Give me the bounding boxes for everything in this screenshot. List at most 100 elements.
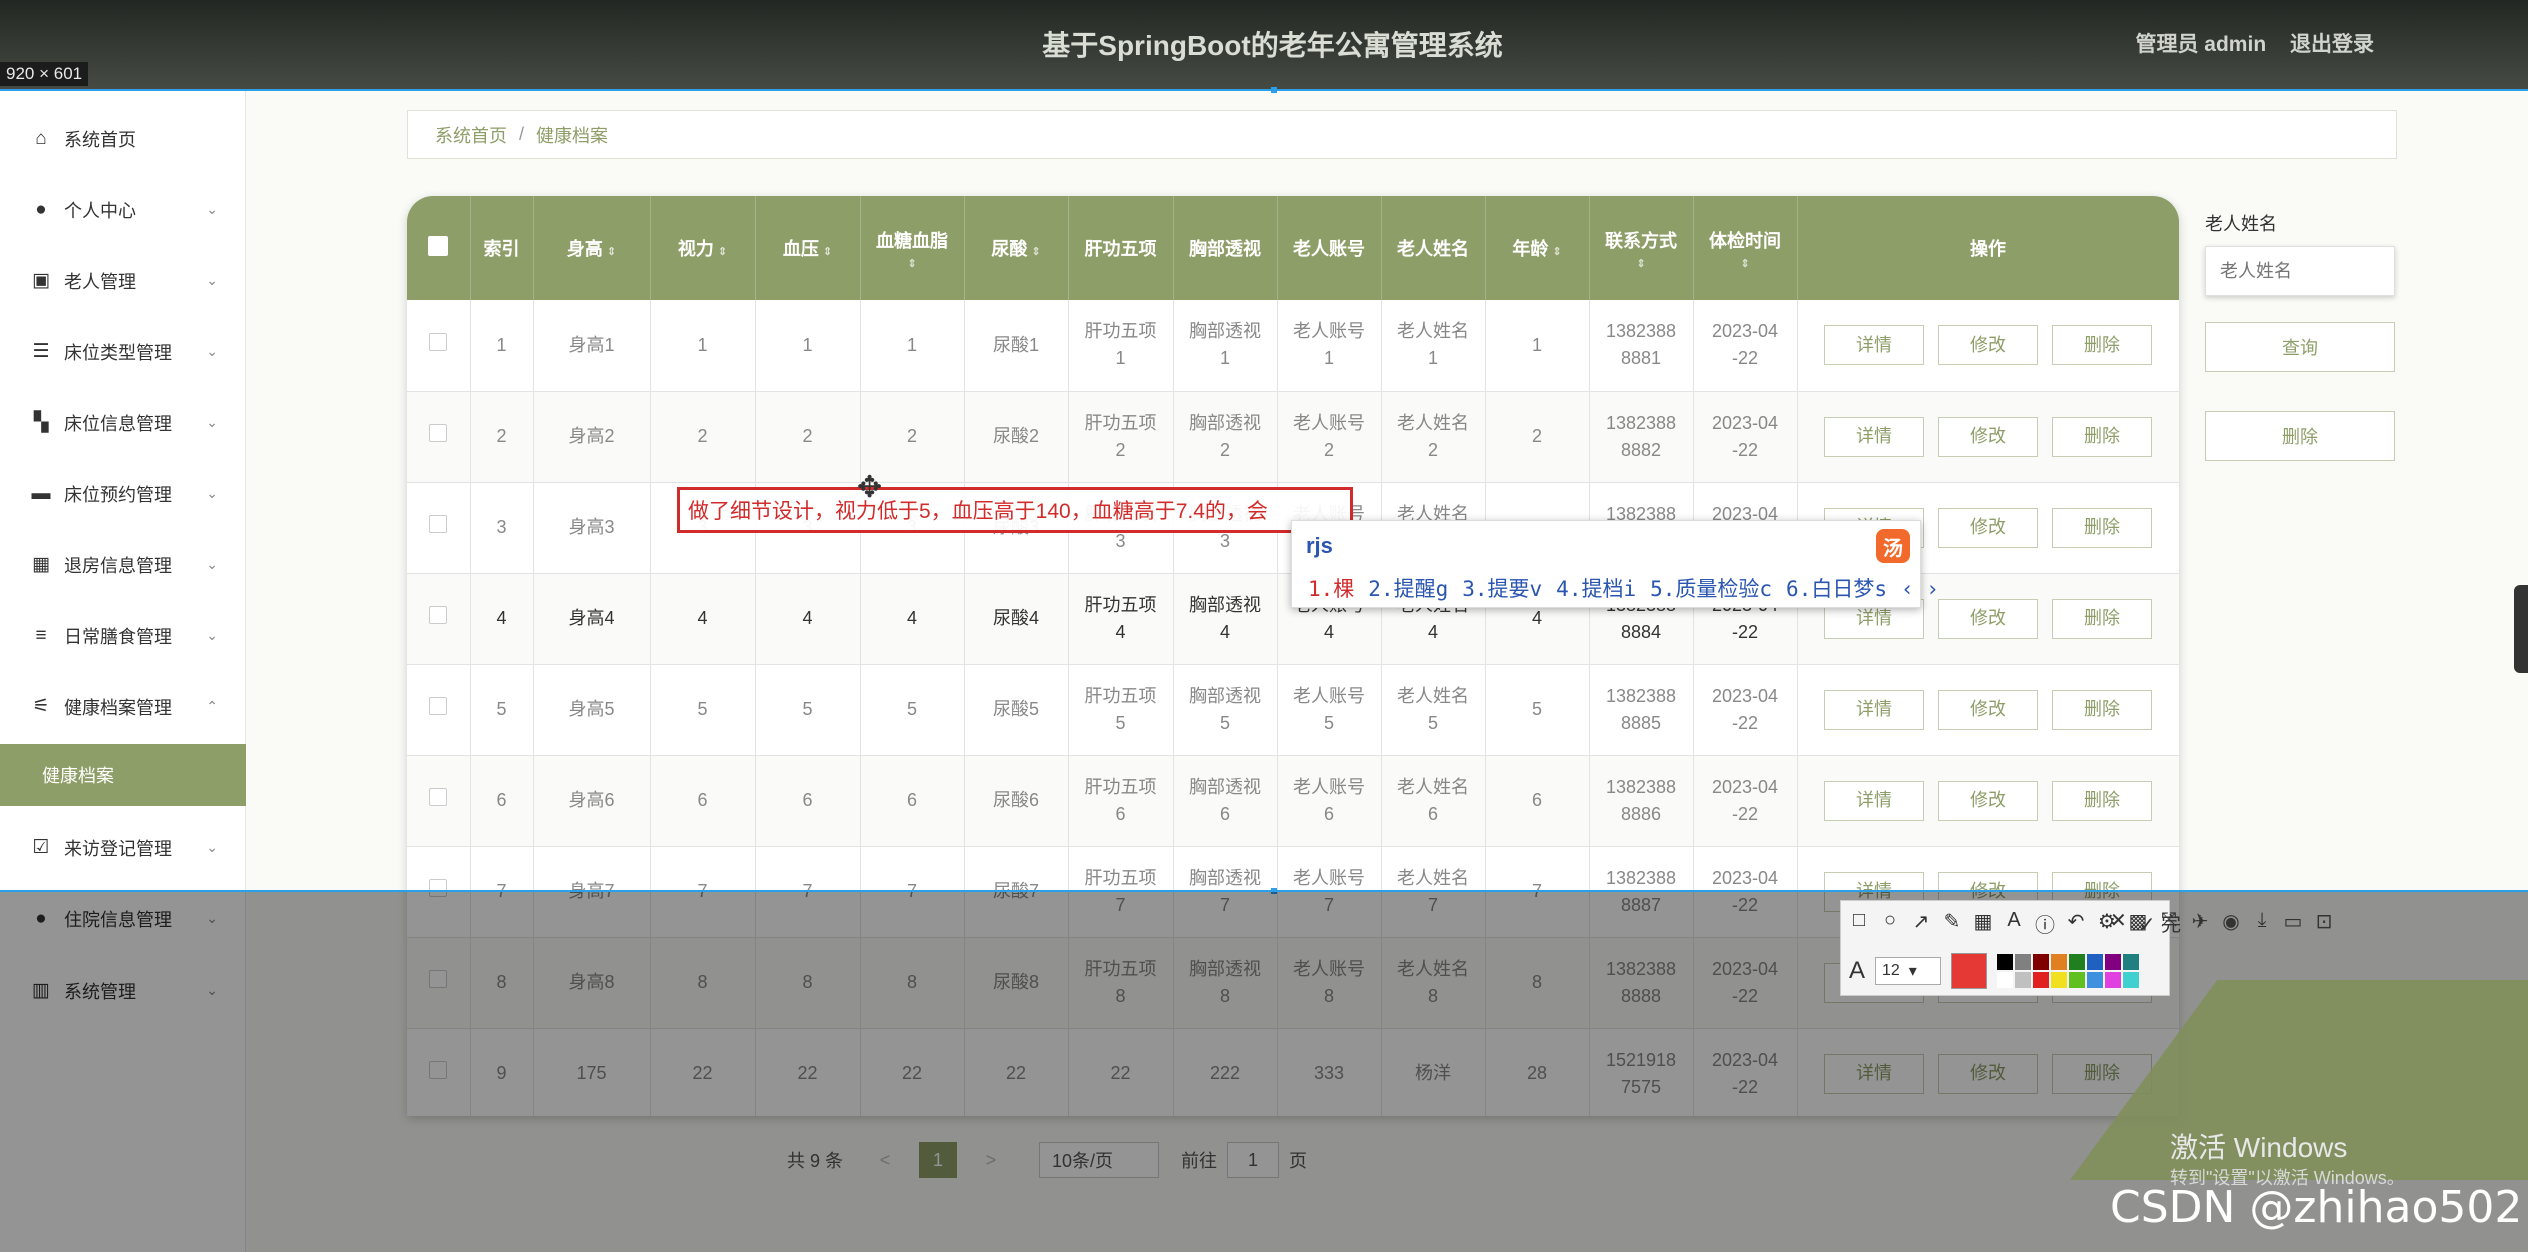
color-swatch[interactable]: [2069, 972, 2086, 988]
column-header[interactable]: 肝功五项: [1068, 196, 1174, 300]
sidebar-item[interactable]: ☑ 来访登记管理 ⌄: [0, 812, 246, 883]
sidebar-item[interactable]: ▚ 床位信息管理 ⌄: [0, 387, 246, 458]
capture-tool-icon[interactable]: ⊡: [2314, 909, 2334, 938]
capture-tool-icon[interactable]: ▭: [2283, 909, 2303, 938]
detail-button[interactable]: 详情: [1824, 689, 1924, 730]
font-size-select[interactable]: 12 ▾: [1875, 957, 1942, 985]
row-checkbox[interactable]: [407, 573, 471, 665]
sort-icon[interactable]: ⇕: [1590, 257, 1693, 270]
column-header[interactable]: 胸部透视: [1173, 196, 1278, 300]
color-swatch[interactable]: [2123, 972, 2140, 988]
color-swatch[interactable]: [2087, 954, 2104, 970]
detail-button[interactable]: 详情: [1824, 416, 1924, 457]
ime-page-nav[interactable]: ‹ ›: [1901, 577, 1939, 601]
ime-candidate[interactable]: 2.提醒g: [1368, 577, 1448, 601]
column-header[interactable]: 血压 ⇕: [755, 196, 861, 300]
column-header[interactable]: 身高 ⇕: [533, 196, 651, 300]
capture-tool-icon[interactable]: A: [2004, 909, 2024, 938]
row-checkbox[interactable]: [407, 755, 471, 847]
color-swatch[interactable]: [1997, 954, 2014, 970]
color-swatch[interactable]: [2051, 972, 2068, 988]
column-header[interactable]: 尿酸 ⇕: [964, 196, 1069, 300]
sidebar-item[interactable]: ▣ 老人管理 ⌄: [0, 245, 246, 316]
breadcrumb-home[interactable]: 系统首页: [435, 122, 507, 148]
ime-candidate[interactable]: 3.提要v: [1462, 577, 1542, 601]
delete-button[interactable]: 删除: [2052, 325, 2152, 366]
delete-button[interactable]: 删除: [2052, 689, 2152, 730]
color-swatch[interactable]: [2069, 954, 2086, 970]
select-all-checkbox[interactable]: [407, 196, 471, 300]
capture-tool-icon[interactable]: ✎: [1942, 909, 1962, 938]
column-header[interactable]: 血糖血脂 ⇕: [860, 196, 965, 300]
column-header[interactable]: 老人账号: [1277, 196, 1382, 300]
delete-button[interactable]: 删除: [2052, 507, 2152, 548]
sidebar-item[interactable]: ▦ 退房信息管理 ⌄: [0, 529, 246, 600]
detail-button[interactable]: 详情: [1824, 780, 1924, 821]
capture-tool-icon[interactable]: ◉: [2221, 909, 2241, 938]
sort-icon[interactable]: ⇕: [607, 246, 616, 258]
delete-button[interactable]: 删除: [2052, 598, 2152, 639]
column-header[interactable]: 年龄 ⇕: [1485, 196, 1590, 300]
column-header[interactable]: 索引: [470, 196, 534, 300]
text-annotation-box[interactable]: 做了细节设计，视力低于5，血压高于140，血糖高于7.4的，会: [677, 487, 1353, 533]
sidebar-item[interactable]: ⚟ 健康档案管理 ⌃: [0, 671, 246, 742]
ime-candidate[interactable]: 1.棵: [1308, 577, 1354, 601]
batch-delete-button[interactable]: 删除: [2205, 411, 2395, 461]
column-header[interactable]: 视力 ⇕: [650, 196, 756, 300]
capture-tool-icon[interactable]: □: [1849, 909, 1869, 938]
ime-candidate[interactable]: 6.白日梦s: [1786, 577, 1887, 601]
side-scroll-handle[interactable]: [2514, 585, 2528, 673]
capture-tool-icon[interactable]: ↶: [2066, 909, 2086, 938]
sidebar-item[interactable]: ≡ 日常膳食管理 ⌄: [0, 600, 246, 671]
sort-icon[interactable]: ⇕: [823, 246, 832, 258]
current-color-swatch[interactable]: [1951, 953, 1988, 989]
detail-button[interactable]: 详情: [1824, 325, 1924, 366]
sidebar-item[interactable]: ☰ 床位类型管理 ⌄: [0, 316, 246, 387]
sidebar-subitem-health-record[interactable]: 健康档案: [0, 744, 246, 806]
logout-link[interactable]: 退出登录: [2290, 33, 2374, 56]
color-swatch[interactable]: [2105, 972, 2122, 988]
color-swatch[interactable]: [2123, 954, 2140, 970]
color-swatch[interactable]: [2087, 972, 2104, 988]
close-icon[interactable]: ✕: [2110, 908, 2127, 937]
capture-handle-top[interactable]: [1271, 87, 1277, 93]
done-button[interactable]: ✓ 完: [2139, 908, 2181, 937]
edit-button[interactable]: 修改: [1938, 416, 2038, 457]
color-swatch[interactable]: [1997, 972, 2014, 988]
capture-tool-icon[interactable]: ✈: [2190, 909, 2210, 938]
edit-button[interactable]: 修改: [1938, 325, 2038, 366]
row-checkbox[interactable]: [407, 391, 471, 483]
query-button[interactable]: 查询: [2205, 322, 2395, 372]
color-swatch[interactable]: [2033, 972, 2050, 988]
sort-icon[interactable]: ⇕: [1694, 257, 1797, 270]
sort-icon[interactable]: ⇕: [861, 257, 964, 270]
row-checkbox[interactable]: [407, 664, 471, 756]
capture-selection-top-edge[interactable]: [0, 89, 2528, 91]
edit-button[interactable]: 修改: [1938, 598, 2038, 639]
column-header[interactable]: 体检时间 ⇕: [1693, 196, 1798, 300]
row-checkbox[interactable]: [407, 300, 471, 392]
column-header[interactable]: 老人姓名: [1381, 196, 1486, 300]
color-swatch[interactable]: [2015, 954, 2032, 970]
sidebar-item[interactable]: ⌂ 系统首页: [0, 103, 246, 174]
ime-candidate[interactable]: 5.质量检验c: [1650, 577, 1772, 601]
sidebar-item[interactable]: ▬ 床位预约管理 ⌄: [0, 458, 246, 529]
ime-candidate[interactable]: 4.提档i: [1556, 577, 1636, 601]
color-swatch[interactable]: [2105, 954, 2122, 970]
delete-button[interactable]: 删除: [2052, 780, 2152, 821]
capture-tool-icon[interactable]: ▦: [1973, 909, 1993, 938]
column-header[interactable]: 操作: [1797, 196, 2179, 300]
elder-name-search-input[interactable]: [2205, 246, 2395, 296]
color-swatch[interactable]: [2015, 972, 2032, 988]
row-checkbox[interactable]: [407, 482, 471, 574]
edit-button[interactable]: 修改: [1938, 780, 2038, 821]
sort-icon[interactable]: ⇕: [718, 246, 727, 258]
capture-tool-icon[interactable]: ↗: [1911, 909, 1931, 938]
capture-tool-icon[interactable]: ⓘ: [2035, 909, 2055, 938]
sidebar-item[interactable]: ● 个人中心 ⌄: [0, 174, 246, 245]
edit-button[interactable]: 修改: [1938, 507, 2038, 548]
column-header[interactable]: 联系方式 ⇕: [1589, 196, 1694, 300]
delete-button[interactable]: 删除: [2052, 416, 2152, 457]
color-swatch[interactable]: [2033, 954, 2050, 970]
color-swatch[interactable]: [2051, 954, 2068, 970]
